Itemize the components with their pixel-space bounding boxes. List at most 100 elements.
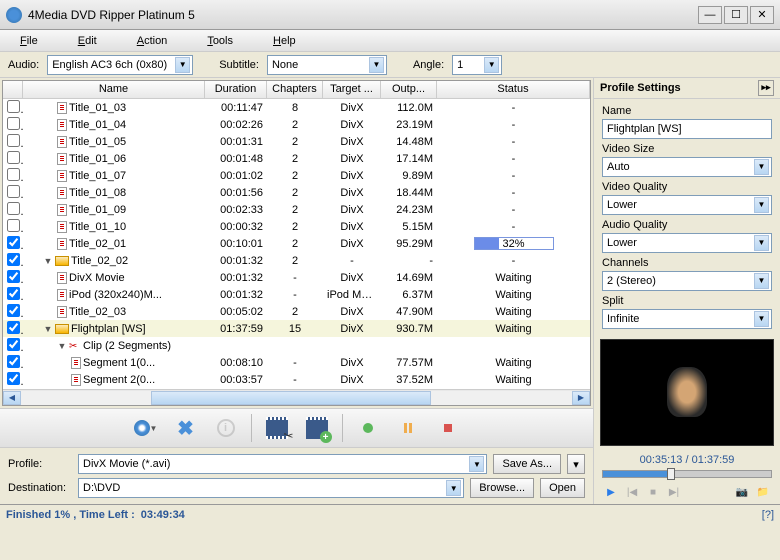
menu-help[interactable]: Help bbox=[273, 35, 296, 47]
menu-action[interactable]: Action bbox=[137, 35, 168, 47]
file-icon bbox=[71, 374, 81, 386]
time-display: 00:35:13 / 01:37:59 bbox=[594, 452, 780, 468]
name-label: Name bbox=[602, 105, 772, 117]
table-row[interactable]: Segment 1(0...00:08:10-DivX77.57MWaiting bbox=[3, 354, 590, 371]
row-checkbox[interactable] bbox=[7, 168, 20, 181]
split-select[interactable]: Infinite▼ bbox=[602, 309, 772, 329]
table-row[interactable]: Title_01_0800:01:562DivX18.44M- bbox=[3, 184, 590, 201]
profile-menu-button[interactable]: ▾ bbox=[567, 454, 585, 474]
angle-select[interactable]: 1▼ bbox=[452, 55, 502, 75]
scroll-left-icon[interactable]: ◀ bbox=[3, 391, 21, 405]
scroll-thumb[interactable] bbox=[151, 391, 431, 405]
open-button[interactable]: Open bbox=[540, 478, 585, 498]
close-button[interactable]: ✕ bbox=[750, 6, 774, 24]
expand-settings-button[interactable]: ▸▸ bbox=[758, 80, 774, 96]
audio-select[interactable]: English AC3 6ch (0x80)▼ bbox=[47, 55, 193, 75]
table-row[interactable]: Title_01_0900:02:332DivX24.23M- bbox=[3, 201, 590, 218]
row-checkbox[interactable] bbox=[7, 100, 20, 113]
col-target[interactable]: Target ... bbox=[323, 81, 381, 98]
col-status[interactable]: Status bbox=[437, 81, 590, 98]
file-icon bbox=[57, 272, 67, 284]
browse-button[interactable]: Browse... bbox=[470, 478, 534, 498]
table-row[interactable]: Title_01_0500:01:312DivX14.48M- bbox=[3, 133, 590, 150]
play-button[interactable]: ▶ bbox=[602, 484, 620, 500]
profile-label: Profile: bbox=[8, 458, 72, 470]
start-button[interactable] bbox=[353, 413, 383, 443]
video-quality-select[interactable]: Lower▼ bbox=[602, 195, 772, 215]
channels-select[interactable]: 2 (Stereo)▼ bbox=[602, 271, 772, 291]
minimize-button[interactable]: — bbox=[698, 6, 722, 24]
row-checkbox[interactable] bbox=[7, 321, 20, 334]
row-checkbox[interactable] bbox=[7, 185, 20, 198]
horizontal-scrollbar[interactable]: ◀ ▶ bbox=[3, 389, 590, 405]
row-checkbox[interactable] bbox=[7, 355, 20, 368]
table-row[interactable]: Title_02_0300:05:022DivX47.90MWaiting bbox=[3, 303, 590, 320]
info-icon: i bbox=[217, 419, 235, 437]
row-checkbox[interactable] bbox=[7, 304, 20, 317]
table-row[interactable]: Segment 2(0...00:03:57-DivX37.52MWaiting bbox=[3, 371, 590, 388]
profile-settings-header: Profile Settings ▸▸ bbox=[594, 78, 780, 99]
info-button[interactable]: i bbox=[211, 413, 241, 443]
destination-select[interactable]: D:\DVD▼ bbox=[78, 478, 464, 498]
chevron-down-icon: ▼ bbox=[754, 273, 769, 289]
stop-preview-button[interactable]: ■ bbox=[644, 484, 662, 500]
table-row[interactable]: Title_01_0400:02:262DivX23.19M- bbox=[3, 116, 590, 133]
add-profile-button[interactable]: + bbox=[302, 413, 332, 443]
row-name: Title_01_09 bbox=[69, 204, 126, 216]
subtitle-select[interactable]: None▼ bbox=[267, 55, 387, 75]
table-row[interactable]: Title_01_0700:01:022DivX9.89M- bbox=[3, 167, 590, 184]
col-chapters[interactable]: Chapters bbox=[267, 81, 323, 98]
table-row[interactable]: DivX Movie00:01:32-DivX14.69MWaiting bbox=[3, 269, 590, 286]
row-checkbox[interactable] bbox=[7, 287, 20, 300]
video-size-label: Video Size bbox=[602, 143, 772, 155]
snapshot-button[interactable]: 📷 bbox=[733, 484, 751, 500]
col-name[interactable]: Name bbox=[23, 81, 205, 98]
row-checkbox[interactable] bbox=[7, 117, 20, 130]
row-checkbox[interactable] bbox=[7, 372, 20, 385]
audio-quality-select[interactable]: Lower▼ bbox=[602, 233, 772, 253]
scroll-right-icon[interactable]: ▶ bbox=[572, 391, 590, 405]
expander-icon[interactable]: ▼ bbox=[43, 256, 53, 266]
row-checkbox[interactable] bbox=[7, 253, 20, 266]
next-button[interactable]: ▶| bbox=[665, 484, 683, 500]
row-checkbox[interactable] bbox=[7, 134, 20, 147]
delete-button[interactable]: ✖ bbox=[171, 413, 201, 443]
row-checkbox[interactable] bbox=[7, 202, 20, 215]
table-row[interactable]: ▼Title_02_0200:01:322--- bbox=[3, 252, 590, 269]
expander-icon[interactable]: ▼ bbox=[57, 341, 67, 351]
row-checkbox[interactable] bbox=[7, 270, 20, 283]
table-row[interactable]: ▼Flightplan [WS]01:37:5915DivX930.7MWait… bbox=[3, 320, 590, 337]
table-row[interactable]: Title_01_0300:11:478DivX112.0M- bbox=[3, 99, 590, 116]
help-link[interactable]: [?] bbox=[762, 509, 774, 521]
prev-button[interactable]: |◀ bbox=[623, 484, 641, 500]
col-duration[interactable]: Duration bbox=[205, 81, 267, 98]
row-checkbox[interactable] bbox=[7, 151, 20, 164]
stop-button[interactable] bbox=[433, 413, 463, 443]
save-as-button[interactable]: Save As... bbox=[493, 454, 561, 474]
menu-file[interactable]: File bbox=[20, 35, 38, 47]
clip-button[interactable]: ✂ bbox=[262, 413, 292, 443]
snapshot-folder-button[interactable]: 📁 bbox=[754, 484, 772, 500]
table-row[interactable]: Title_01_0600:01:482DivX17.14M- bbox=[3, 150, 590, 167]
menu-edit[interactable]: Edit bbox=[78, 35, 97, 47]
video-size-select[interactable]: Auto▼ bbox=[602, 157, 772, 177]
expander-icon[interactable]: ▼ bbox=[43, 324, 53, 334]
row-checkbox[interactable] bbox=[7, 219, 20, 232]
table-row[interactable]: Title_02_0100:10:012DivX95.29M32% bbox=[3, 235, 590, 252]
name-field[interactable] bbox=[602, 119, 772, 139]
table-row[interactable]: Title_01_1000:00:322DivX5.15M- bbox=[3, 218, 590, 235]
col-output[interactable]: Outp... bbox=[381, 81, 437, 98]
seek-slider[interactable] bbox=[602, 470, 772, 478]
menu-tools[interactable]: Tools bbox=[207, 35, 233, 47]
pause-button[interactable] bbox=[393, 413, 423, 443]
profile-select[interactable]: DivX Movie (*.avi)▼ bbox=[78, 454, 487, 474]
row-checkbox[interactable] bbox=[7, 236, 20, 249]
table-row[interactable]: iPod (320x240)M...00:01:32-iPod Movie6.3… bbox=[3, 286, 590, 303]
seek-thumb[interactable] bbox=[667, 468, 675, 480]
row-checkbox[interactable] bbox=[7, 338, 20, 351]
maximize-button[interactable]: ☐ bbox=[724, 6, 748, 24]
col-check[interactable] bbox=[3, 81, 23, 98]
table-row[interactable]: ▼Clip (2 Segments) bbox=[3, 337, 590, 354]
load-disc-button[interactable]: ▼ bbox=[131, 413, 161, 443]
row-name: Title_01_07 bbox=[69, 170, 126, 182]
